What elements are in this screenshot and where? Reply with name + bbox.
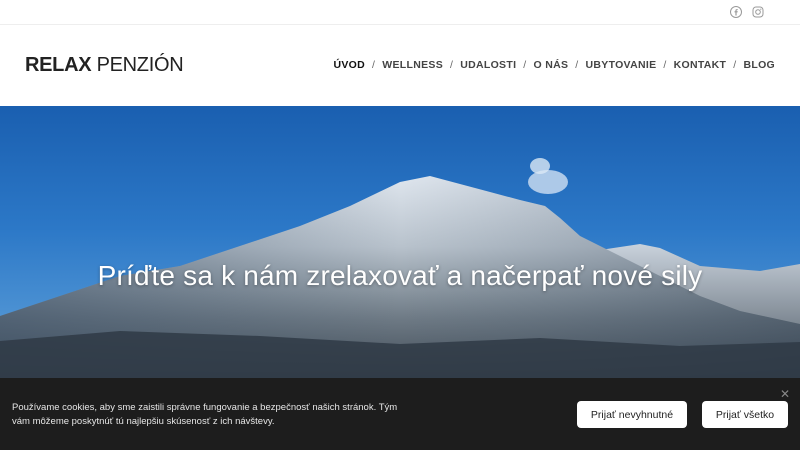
nav-separator: / [523,59,527,71]
social-links [730,6,764,18]
nav-item-wellness[interactable]: WELLNESS [382,59,443,71]
logo-rest: PENZIÓN [96,54,184,76]
nav-item-blog[interactable]: BLOG [743,59,775,71]
mountain-image [0,158,800,378]
accept-all-button[interactable]: Prijať všetko [702,401,788,428]
cookie-banner: ✕ Používame cookies, aby sme zaistili sp… [0,378,800,450]
close-icon[interactable]: ✕ [780,387,790,401]
top-bar [0,0,800,25]
nav-item-o-nas[interactable]: O NÁS [534,59,569,71]
nav-separator: / [663,59,667,71]
site-header: RELAX PENZIÓN ÚVOD / WELLNESS / UDALOSTI… [0,25,800,106]
nav-item-udalosti[interactable]: UDALOSTI [460,59,516,71]
logo-bold: RELAX [25,54,92,76]
main-nav: ÚVOD / WELLNESS / UDALOSTI / O NÁS / UBY… [334,59,776,71]
nav-separator: / [450,59,454,71]
cookie-text: Používame cookies, aby sme zaistili sprá… [12,402,398,427]
nav-item-uvod[interactable]: ÚVOD [334,59,366,71]
hero-title: Príďte sa k nám zrelaxovať a načerpať no… [97,260,703,291]
nav-item-ubytovanie[interactable]: UBYTOVANIE [586,59,657,71]
site-logo[interactable]: RELAX PENZIÓN [25,54,184,77]
instagram-icon[interactable] [752,6,764,18]
nav-item-kontakt[interactable]: KONTAKT [674,59,727,71]
nav-separator: / [575,59,579,71]
hero-banner: Príďte sa k nám zrelaxovať a načerpať no… [0,106,800,378]
nav-separator: / [733,59,737,71]
nav-separator: / [372,59,376,71]
facebook-icon[interactable] [730,6,742,18]
accept-necessary-button[interactable]: Prijať nevyhnutné [577,401,687,428]
